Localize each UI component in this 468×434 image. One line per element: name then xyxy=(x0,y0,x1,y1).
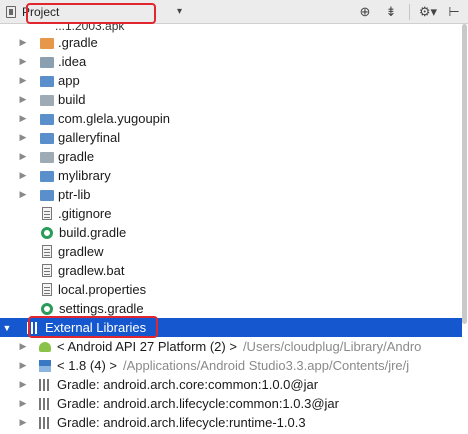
tree-item-gradle-dir[interactable]: ▶ .gradle xyxy=(0,33,462,52)
tree-item-external-libraries[interactable]: ▼ External Libraries xyxy=(0,318,462,337)
library-icon xyxy=(27,321,39,334)
tree-item-label: .gitignore xyxy=(58,206,112,221)
tree-item-label: local.properties xyxy=(58,282,147,297)
chevron-right-icon[interactable]: ▶ xyxy=(18,56,28,67)
tree-item-local-properties[interactable]: local.properties xyxy=(0,280,462,299)
folder-icon xyxy=(40,152,54,163)
chevron-right-icon[interactable]: ▶ xyxy=(18,398,28,409)
chevron-right-icon[interactable]: ▶ xyxy=(18,170,28,181)
tree-item-build-gradle[interactable]: build.gradle xyxy=(0,223,462,242)
library-label: Gradle: android.arch.core:common:1.0.0@j… xyxy=(57,377,319,392)
file-icon xyxy=(42,264,52,277)
hide-icon[interactable]: ⊢ xyxy=(446,3,462,21)
library-label: < 1.8 (4) > xyxy=(57,358,117,373)
chevron-down-icon[interactable]: ▾ xyxy=(177,6,182,17)
chevron-down-icon[interactable]: ▼ xyxy=(2,323,12,333)
tree-item-label: ...1.2003.apk xyxy=(55,24,125,33)
tree-item-settings-gradle[interactable]: settings.gradle xyxy=(0,299,462,318)
tree-item-label: .gradle xyxy=(58,35,98,50)
file-icon xyxy=(42,207,52,220)
module-folder-icon xyxy=(40,190,54,201)
vertical-scrollbar[interactable] xyxy=(462,24,467,324)
gear-icon[interactable]: ⚙▾ xyxy=(419,3,437,21)
tree-item-ptr-lib[interactable]: ▶ ptr-lib xyxy=(0,185,462,204)
tree-item-label: External Libraries xyxy=(45,320,147,335)
tree-item-label: build.gradle xyxy=(59,225,127,240)
tree-item-label: .idea xyxy=(58,54,87,69)
gradle-icon xyxy=(41,302,53,315)
chevron-right-icon[interactable]: ▶ xyxy=(18,379,28,390)
tree-item-gradlew[interactable]: gradlew xyxy=(0,242,462,261)
project-view-icon xyxy=(6,6,16,18)
chevron-right-icon[interactable]: ▶ xyxy=(18,113,28,124)
tree-item-label: gradlew xyxy=(58,244,104,259)
tree-item-build[interactable]: ▶ build xyxy=(0,90,462,109)
folder-idea-icon xyxy=(40,57,54,68)
collapse-icon[interactable]: ⇟ xyxy=(383,3,399,21)
chevron-right-icon[interactable]: ▶ xyxy=(18,360,28,371)
library-path: /Applications/Android Studio3.3.app/Cont… xyxy=(122,358,410,373)
file-icon xyxy=(42,283,52,296)
module-folder-icon xyxy=(40,76,54,87)
tree-item-app[interactable]: ▶ app xyxy=(0,71,462,90)
tree-item-label: settings.gradle xyxy=(59,301,144,316)
library-icon xyxy=(39,378,51,391)
toolbar-actions: ⊕ ⇟ ⚙▾ ⊢ xyxy=(357,3,462,21)
project-toolbar: Project ▾ ⊕ ⇟ ⚙▾ ⊢ xyxy=(0,0,468,24)
library-icon xyxy=(39,397,51,410)
toolbar-divider xyxy=(409,4,410,20)
android-icon xyxy=(39,341,51,352)
tree-item-library[interactable]: ▶ < Android API 27 Platform (2) > /Users… xyxy=(0,337,462,356)
library-label: < Android API 27 Platform (2) > xyxy=(57,339,237,354)
tree-item-mylibrary[interactable]: ▶ mylibrary xyxy=(0,166,462,185)
tree-item-label: ptr-lib xyxy=(58,187,91,202)
view-label: Project xyxy=(22,5,60,19)
folder-icon xyxy=(40,95,54,106)
tree-item-label: gradle xyxy=(58,149,95,164)
tree-item-com-glela-yugoupin[interactable]: ▶ com.glela.yugoupin xyxy=(0,109,462,128)
tree-item-label: build xyxy=(58,92,86,107)
tree-item-library[interactable]: ▶ < 1.8 (4) > /Applications/Android Stud… xyxy=(0,356,462,375)
view-selector[interactable]: Project xyxy=(6,4,59,20)
tree-item-gradle[interactable]: ▶ gradle xyxy=(0,147,462,166)
chevron-right-icon[interactable]: ▶ xyxy=(18,94,28,105)
locate-icon[interactable]: ⊕ xyxy=(357,3,373,21)
tree-item-gradlew-bat[interactable]: gradlew.bat xyxy=(0,261,462,280)
chevron-right-icon[interactable]: ▶ xyxy=(18,189,28,200)
tree-item-label: app xyxy=(58,73,80,88)
chevron-right-icon[interactable]: ▶ xyxy=(18,341,28,352)
tree-item-library[interactable]: ▶ Gradle: android.arch.lifecycle:runtime… xyxy=(0,413,462,432)
chevron-right-icon[interactable]: ▶ xyxy=(18,417,28,428)
tree-item-label: com.glela.yugoupin xyxy=(58,111,171,126)
library-label: Gradle: android.arch.lifecycle:common:1.… xyxy=(57,396,339,411)
chevron-right-icon[interactable]: ▶ xyxy=(18,37,28,48)
library-icon xyxy=(39,416,51,429)
chevron-right-icon[interactable]: ▶ xyxy=(18,75,28,86)
chevron-right-icon[interactable]: ▶ xyxy=(18,132,28,143)
chevron-right-icon[interactable]: ▶ xyxy=(18,151,28,162)
library-label: Gradle: android.arch.lifecycle:runtime-1… xyxy=(57,415,306,430)
tree-item-library[interactable]: ▶ Gradle: android.arch.lifecycle:common:… xyxy=(0,394,462,413)
tree-item-label: mylibrary xyxy=(58,168,111,183)
module-folder-icon xyxy=(40,114,54,125)
module-folder-icon xyxy=(40,133,54,144)
project-tree: ...1.2003.apk ▶ .gradle ▶ .idea ▶ app ▶ … xyxy=(0,24,462,434)
folder-orange-icon xyxy=(40,38,54,49)
file-icon xyxy=(42,245,52,258)
tree-item-galleryfinal[interactable]: ▶ galleryfinal xyxy=(0,128,462,147)
tree-item-label: gradlew.bat xyxy=(58,263,125,278)
library-path: /Users/cloudplug/Library/Andro xyxy=(242,339,422,354)
module-folder-icon xyxy=(40,171,54,182)
tree-item-gitignore[interactable]: .gitignore xyxy=(0,204,462,223)
gradle-icon xyxy=(41,226,53,239)
jdk-icon xyxy=(39,359,51,372)
tree-item-idea[interactable]: ▶ .idea xyxy=(0,52,462,71)
tree-item-label: galleryfinal xyxy=(58,130,121,145)
tree-item-library[interactable]: ▶ Gradle: android.arch.core:common:1.0.0… xyxy=(0,375,462,394)
